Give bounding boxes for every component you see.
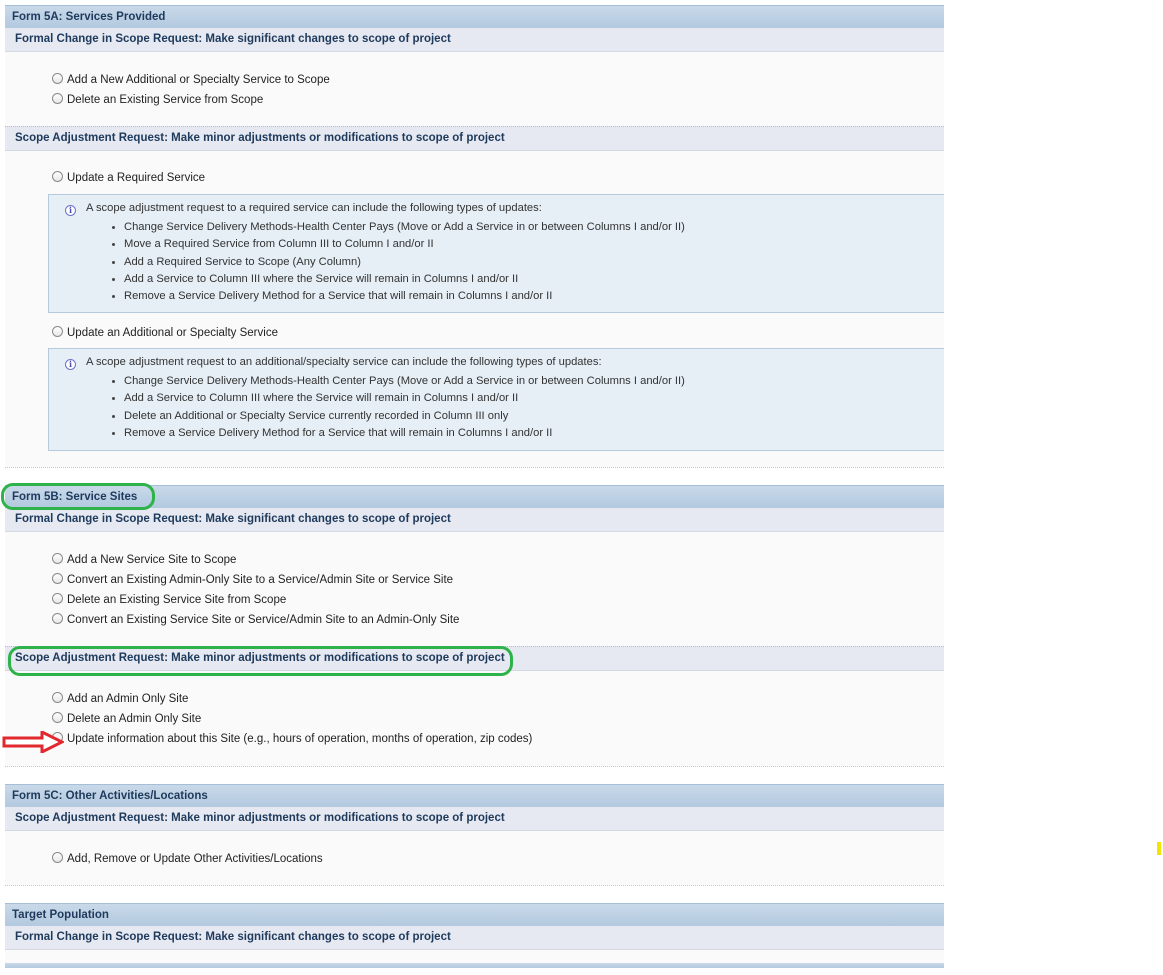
option-label: Delete an Admin Only Site [67,713,202,725]
option-label: Add an Admin Only Site [67,693,189,705]
form-5a-title: Form 5A: Services Provided [5,5,944,28]
option-label: Delete an Existing Service from Scope [67,94,264,106]
form-5b-formal-change-body: Add a New Service Site to Scope Convert … [5,532,944,646]
option-label: Add a New Additional or Specialty Servic… [67,74,330,86]
info-list-item: Add a Service to Column III where the Se… [124,271,685,288]
update-additional-service-option[interactable]: Update an Additional or Specialty Servic… [52,325,278,341]
delete-admin-site-option[interactable]: Delete an Admin Only Site [52,711,201,727]
form-5c-scope-adjustment-heading: Scope Adjustment Request: Make minor adj… [5,807,944,831]
highlight-form-5b-title [1,483,155,510]
option-label: Convert an Existing Admin-Only Site to a… [67,574,454,586]
required-service-info-box: i A scope adjustment request to a requir… [48,194,944,313]
form-5a-formal-change-body: Add a New Additional or Specialty Servic… [5,52,944,126]
add-service-site-radio[interactable] [52,553,63,564]
info-list-item: Change Service Delivery Methods-Health C… [124,219,685,236]
add-specialty-service-radio[interactable] [52,73,63,84]
form-5c-title: Form 5C: Other Activities/Locations [5,784,944,807]
form-5c-scope-adjustment-body: Add, Remove or Update Other Activities/L… [5,831,944,885]
update-required-service-option[interactable]: Update a Required Service [52,170,205,186]
info-list-item: Add a Service to Column III where the Se… [124,390,685,407]
option-label: Add, Remove or Update Other Activities/L… [67,853,323,865]
option-label: Update a Required Service [67,172,206,184]
info-list-item: Add a Required Service to Scope (Any Col… [124,254,685,271]
highlight-5b-scope-adjustment-heading [8,646,513,676]
option-label: Add a New Service Site to Scope [67,554,237,566]
delete-service-site-radio[interactable] [52,593,63,604]
info-list-item: Remove a Service Delivery Method for a S… [124,288,685,305]
convert-service-site-option[interactable]: Convert an Existing Service Site or Serv… [52,612,459,628]
info-intro: A scope adjustment request to a required… [86,202,542,214]
next-section-edge [5,963,944,968]
delete-admin-site-radio[interactable] [52,712,63,723]
convert-service-site-radio[interactable] [52,613,63,624]
info-list: Change Service Delivery Methods-Health C… [107,373,685,442]
form-5a-formal-change-heading: Formal Change in Scope Request: Make sig… [5,28,944,52]
delete-service-option[interactable]: Delete an Existing Service from Scope [52,92,263,108]
info-list-item: Move a Required Service from Column III … [124,236,685,253]
spacer [5,768,944,784]
info-list-item: Remove a Service Delivery Method for a S… [124,425,685,442]
form-5b-scope-adjustment-body: Add an Admin Only Site Delete an Admin O… [5,671,944,766]
red-arrow-icon [2,731,64,753]
spacer [5,887,944,903]
other-activities-option[interactable]: Add, Remove or Update Other Activities/L… [52,851,323,867]
option-label: Delete an Existing Service Site from Sco… [67,594,287,606]
info-icon: i [65,359,76,370]
delete-service-radio[interactable] [52,93,63,104]
form-5a-scope-adjustment-body: Update a Required Service i A scope adju… [5,151,944,467]
info-list: Change Service Delivery Methods-Health C… [107,219,685,305]
form-5a-scope-adjustment-heading: Scope Adjustment Request: Make minor adj… [5,126,944,151]
option-label: Update information about this Site (e.g.… [67,733,533,745]
option-label: Update an Additional or Specialty Servic… [67,327,278,339]
convert-admin-site-radio[interactable] [52,573,63,584]
update-additional-service-radio[interactable] [52,326,63,337]
info-list-item: Delete an Additional or Specialty Servic… [124,408,685,425]
add-admin-site-option[interactable]: Add an Admin Only Site [52,691,188,707]
yellow-mark [1157,842,1161,855]
info-icon: i [65,205,76,216]
convert-admin-site-option[interactable]: Convert an Existing Admin-Only Site to a… [52,572,453,588]
update-site-info-option[interactable]: Update information about this Site (e.g.… [52,731,532,747]
add-specialty-service-option[interactable]: Add a New Additional or Specialty Servic… [52,72,330,88]
additional-service-info-box: i A scope adjustment request to an addit… [48,348,944,451]
info-list-item: Change Service Delivery Methods-Health C… [124,373,685,390]
other-activities-radio[interactable] [52,852,63,863]
add-admin-site-radio[interactable] [52,692,63,703]
target-population-body [5,950,944,963]
target-population-title: Target Population [5,903,944,926]
target-population-formal-change-heading: Formal Change in Scope Request: Make sig… [5,926,944,950]
form-5b-formal-change-heading: Formal Change in Scope Request: Make sig… [5,508,944,532]
info-intro: A scope adjustment request to an additio… [86,356,602,368]
option-label: Convert an Existing Service Site or Serv… [67,614,460,626]
update-required-service-radio[interactable] [52,171,63,182]
add-service-site-option[interactable]: Add a New Service Site to Scope [52,552,236,568]
delete-service-site-option[interactable]: Delete an Existing Service Site from Sco… [52,592,286,608]
